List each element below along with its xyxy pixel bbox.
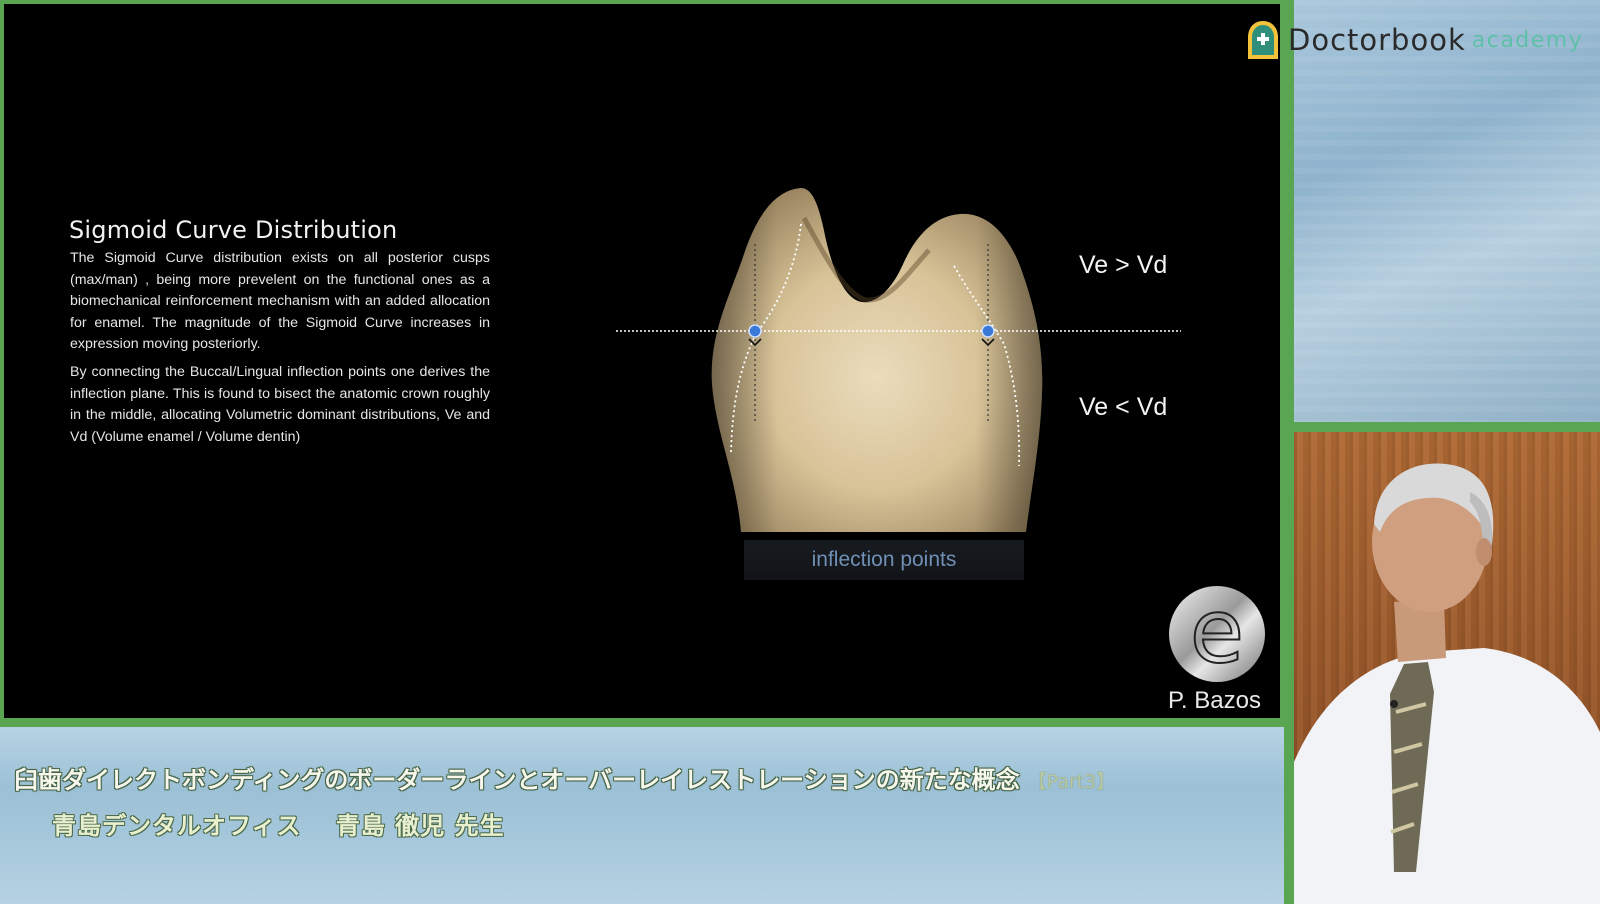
tooth-illustration	[616, 188, 1181, 532]
author-name: P. Bazos	[1168, 687, 1261, 714]
presenter-figure	[1294, 463, 1600, 904]
lecture-presenter: 青島デンタルオフィス 青島 徹児 先生	[52, 812, 505, 840]
inflection-caption: inflection points	[744, 540, 1024, 580]
brand-suffix: academy	[1471, 27, 1584, 53]
banner-title-row: 臼歯ダイレクトボンディングのボーダーラインとオーバーレイレストレーションの新たな…	[14, 760, 1115, 795]
author-logo-letter: e	[1190, 584, 1244, 683]
brand-name: Doctorbook	[1288, 23, 1466, 57]
ve-less-label: Ve < Vd	[1079, 393, 1168, 421]
lecture-part: 【Part3】	[1027, 771, 1116, 793]
right-panel-background	[1294, 0, 1600, 422]
presenter-video[interactable]	[1294, 432, 1600, 904]
ve-greater-label: Ve > Vd	[1079, 251, 1168, 279]
author-logo: e	[1169, 584, 1265, 684]
presentation-slide: Sigmoid Curve Distribution The Sigmoid C…	[4, 4, 1280, 718]
shield-cross-icon	[1248, 21, 1278, 59]
lecture-title: 臼歯ダイレクトボンディングのボーダーラインとオーバーレイレストレーションの新たな…	[14, 766, 1020, 794]
doctorbook-logo: Doctorbook academy	[1246, 18, 1583, 62]
